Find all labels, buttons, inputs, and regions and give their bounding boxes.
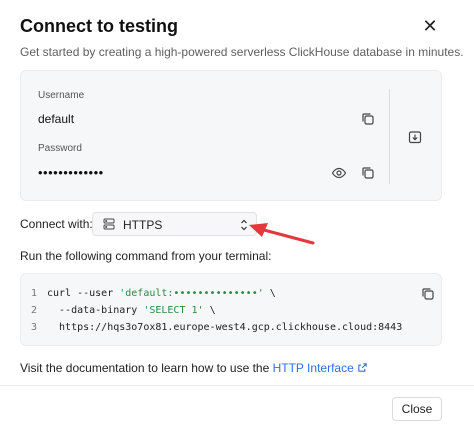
connect-with-label: Connect with: — [20, 217, 93, 231]
documentation-text: Visit the documentation to learn how to … — [20, 361, 273, 375]
password-label: Password — [38, 143, 82, 154]
download-icon[interactable] — [407, 129, 423, 145]
server-icon — [103, 218, 115, 230]
panel-divider — [389, 89, 390, 184]
copy-icon[interactable] — [360, 165, 376, 181]
dialog-subtitle: Get started by creating a high-powered s… — [20, 45, 464, 59]
close-button[interactable]: Close — [392, 397, 442, 421]
username-label: Username — [38, 90, 85, 101]
connection-method-select[interactable]: HTTPS — [92, 212, 257, 236]
code-block: 1 curl --user 'default:••••••••••••••' \ … — [20, 273, 442, 346]
copy-icon[interactable] — [420, 286, 436, 302]
code-line: 3 https://hqs3o7ox81.europe-west4.gcp.cl… — [31, 322, 403, 333]
username-value: default — [38, 112, 75, 126]
credentials-panel: Username default Password ••••••••••••• — [20, 70, 442, 201]
footer-divider — [0, 385, 474, 386]
password-value: ••••••••••••• — [38, 165, 104, 180]
documentation-line: Visit the documentation to learn how to … — [20, 361, 368, 375]
select-value: HTTPS — [123, 218, 163, 232]
external-link-icon — [358, 363, 367, 372]
copy-icon[interactable] — [360, 111, 376, 127]
eye-icon[interactable] — [331, 165, 347, 181]
run-command-label: Run the following command from your term… — [20, 249, 272, 263]
code-line: 1 curl --user 'default:••••••••••••••' \ — [31, 288, 276, 299]
code-line: 2 --data-binary 'SELECT 1' \ — [31, 305, 216, 316]
dialog-title: Connect to testing — [20, 16, 178, 36]
close-icon[interactable]: ✕ — [420, 16, 440, 36]
http-interface-link[interactable]: HTTP Interface — [273, 361, 368, 375]
